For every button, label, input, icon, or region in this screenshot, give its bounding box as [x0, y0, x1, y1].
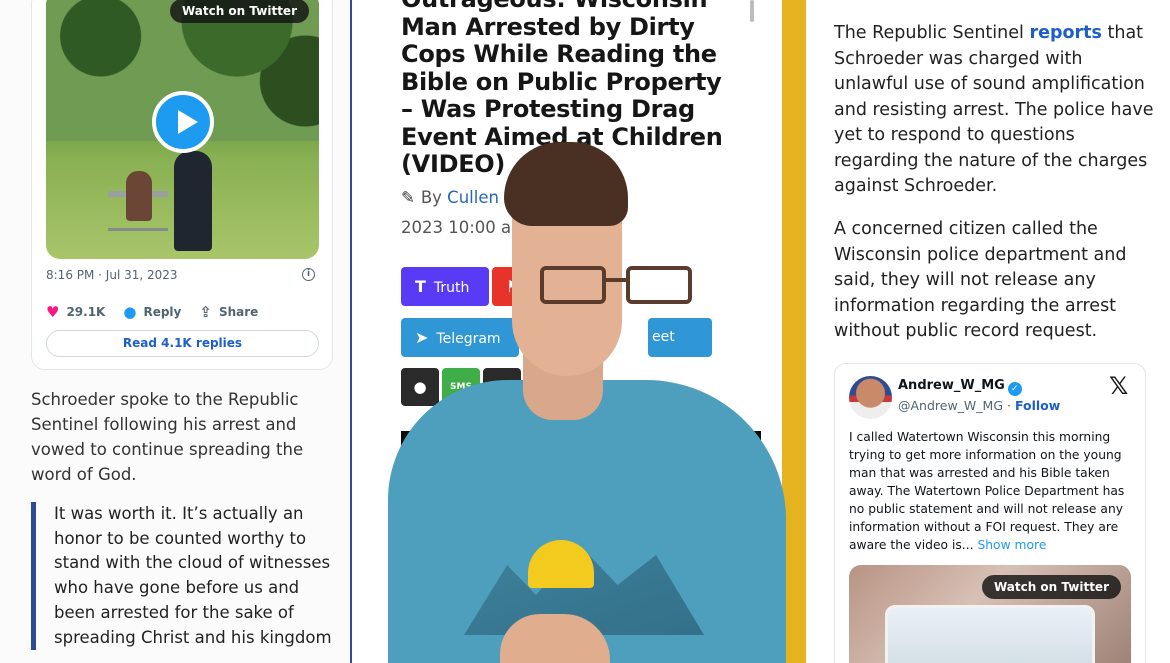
truth-social-icon: T — [415, 277, 426, 296]
reply-label: Reply — [143, 305, 182, 319]
sms-icon: SMS — [450, 382, 472, 392]
share-truth-button[interactable]: T Truth — [401, 267, 489, 306]
para1-suffix: that Schroeder was charged with unlawful… — [834, 23, 1154, 196]
handle-text: @Andrew_W_MG — [898, 398, 1004, 413]
police-officer — [174, 151, 212, 251]
tweet-author-handle: @Andrew_W_MG · Follow — [898, 398, 1060, 413]
speech-bubble-icon: ● — [413, 378, 427, 396]
play-icon[interactable] — [152, 91, 214, 153]
pencil-icon: ✎ — [401, 188, 415, 207]
share-facebook-button[interactable]: f — [523, 318, 573, 357]
printer-icon: ⎙ — [536, 378, 549, 396]
tweet-label: eet — [652, 329, 675, 345]
embedded-tweet-card[interactable]: Watch on Twitter 8:16 PM · Jul 31, 2023 … — [31, 0, 333, 370]
like-count: 29.1K — [66, 305, 106, 319]
read-replies-button[interactable]: Read 4.1K replies — [46, 330, 319, 357]
telegram-icon: ➤ — [415, 328, 429, 347]
seated-person — [126, 171, 152, 221]
show-more-link[interactable]: Show more — [977, 538, 1046, 552]
sms-share-button[interactable]: SMS — [442, 368, 480, 406]
like-button[interactable]: ♥ 29.1K — [46, 303, 105, 321]
tweet-video-thumbnail-phone[interactable]: Watch on Twitter — [849, 565, 1131, 663]
article-paragraph-citizen: A concerned citizen called the Wisconsin… — [834, 219, 1127, 341]
tweet-video-thumbnail[interactable]: Watch on Twitter — [46, 0, 319, 259]
scrollbar[interactable] — [750, 0, 754, 22]
print-button[interactable]: ⎙ — [524, 368, 562, 406]
embedded-tweet-card-andrew[interactable]: Andrew_W_MG ✓ @Andrew_W_MG · Follow 𝕏 I c… — [834, 363, 1146, 663]
article-paragraph-charges: The Republic Sentinel reports that Schro… — [834, 21, 1154, 200]
embedded-video-frame[interactable] — [401, 431, 761, 663]
truth-label: Truth — [433, 280, 470, 296]
phone-image — [885, 605, 1095, 663]
author-link[interactable]: Cullen Lineb — [447, 188, 549, 207]
para1-prefix: The Republic Sentinel — [834, 23, 1030, 43]
author-name-text: Andrew_W_MG — [898, 378, 1005, 393]
byline-prefix: By — [420, 188, 442, 207]
blockquote: It was worth it. It’s actually an honor … — [31, 502, 337, 651]
article-paragraph: Schroeder spoke to the Republic Sentinel… — [31, 390, 304, 484]
gettr-icon: ⚑ — [506, 277, 521, 296]
tweet-actions: ♥ 29.1K ● Reply ⇪ Share — [46, 303, 276, 321]
follow-button[interactable]: Follow — [1015, 398, 1060, 413]
handle-separator: · — [1007, 398, 1011, 413]
heart-icon: ♥ — [46, 303, 60, 321]
yellow-divider-stripe — [782, 0, 806, 663]
facebook-icon: f — [537, 328, 544, 347]
share-gettr-button[interactable]: ⚑ G — [492, 267, 556, 306]
envelope-icon: ✉ — [495, 378, 509, 396]
share-icon: ⇪ — [199, 303, 212, 321]
share-label: Share — [218, 305, 259, 319]
share-button[interactable]: ⇪ Share — [199, 303, 258, 321]
avatar[interactable] — [849, 376, 892, 419]
byline: ✎ By Cullen Lineb — [401, 188, 549, 207]
info-icon[interactable]: i — [302, 268, 315, 281]
reply-button[interactable]: ● Reply — [123, 303, 181, 321]
tweet-author-name[interactable]: Andrew_W_MG ✓ — [898, 378, 1022, 396]
watch-on-twitter-button[interactable]: Watch on Twitter — [169, 0, 309, 23]
tweet-timestamp[interactable]: 8:16 PM · Jul 31, 2023 — [46, 268, 178, 282]
tweet-body: I called Watertown Wisconsin this mornin… — [849, 430, 1125, 552]
share-telegram-button[interactable]: ➤ Telegram — [401, 318, 519, 357]
article-headline: Outrageous: Wisconsin Man Arrested by Di… — [401, 0, 723, 178]
reports-link[interactable]: reports — [1029, 23, 1101, 43]
verified-badge-icon: ✓ — [1007, 382, 1022, 396]
share-twitter-button[interactable]: eet — [648, 318, 712, 357]
x-logo-icon[interactable]: 𝕏 — [1109, 372, 1128, 400]
telegram-label: Telegram — [436, 331, 501, 347]
left-article-column: Watch on Twitter 8:16 PM · Jul 31, 2023 … — [0, 0, 352, 663]
email-share-button[interactable]: ✉ — [483, 368, 521, 406]
gettr-label: G — [528, 280, 540, 296]
watch-on-twitter-button-2[interactable]: Watch on Twitter — [981, 575, 1121, 599]
comment-share-button[interactable]: ● — [401, 368, 439, 406]
tweet-text: I called Watertown Wisconsin this mornin… — [849, 428, 1135, 554]
reply-bubble-icon: ● — [123, 303, 137, 321]
middle-article-column: Outrageous: Wisconsin Man Arrested by Di… — [352, 0, 782, 663]
publish-date: 2023 10:00 am — [401, 218, 528, 237]
